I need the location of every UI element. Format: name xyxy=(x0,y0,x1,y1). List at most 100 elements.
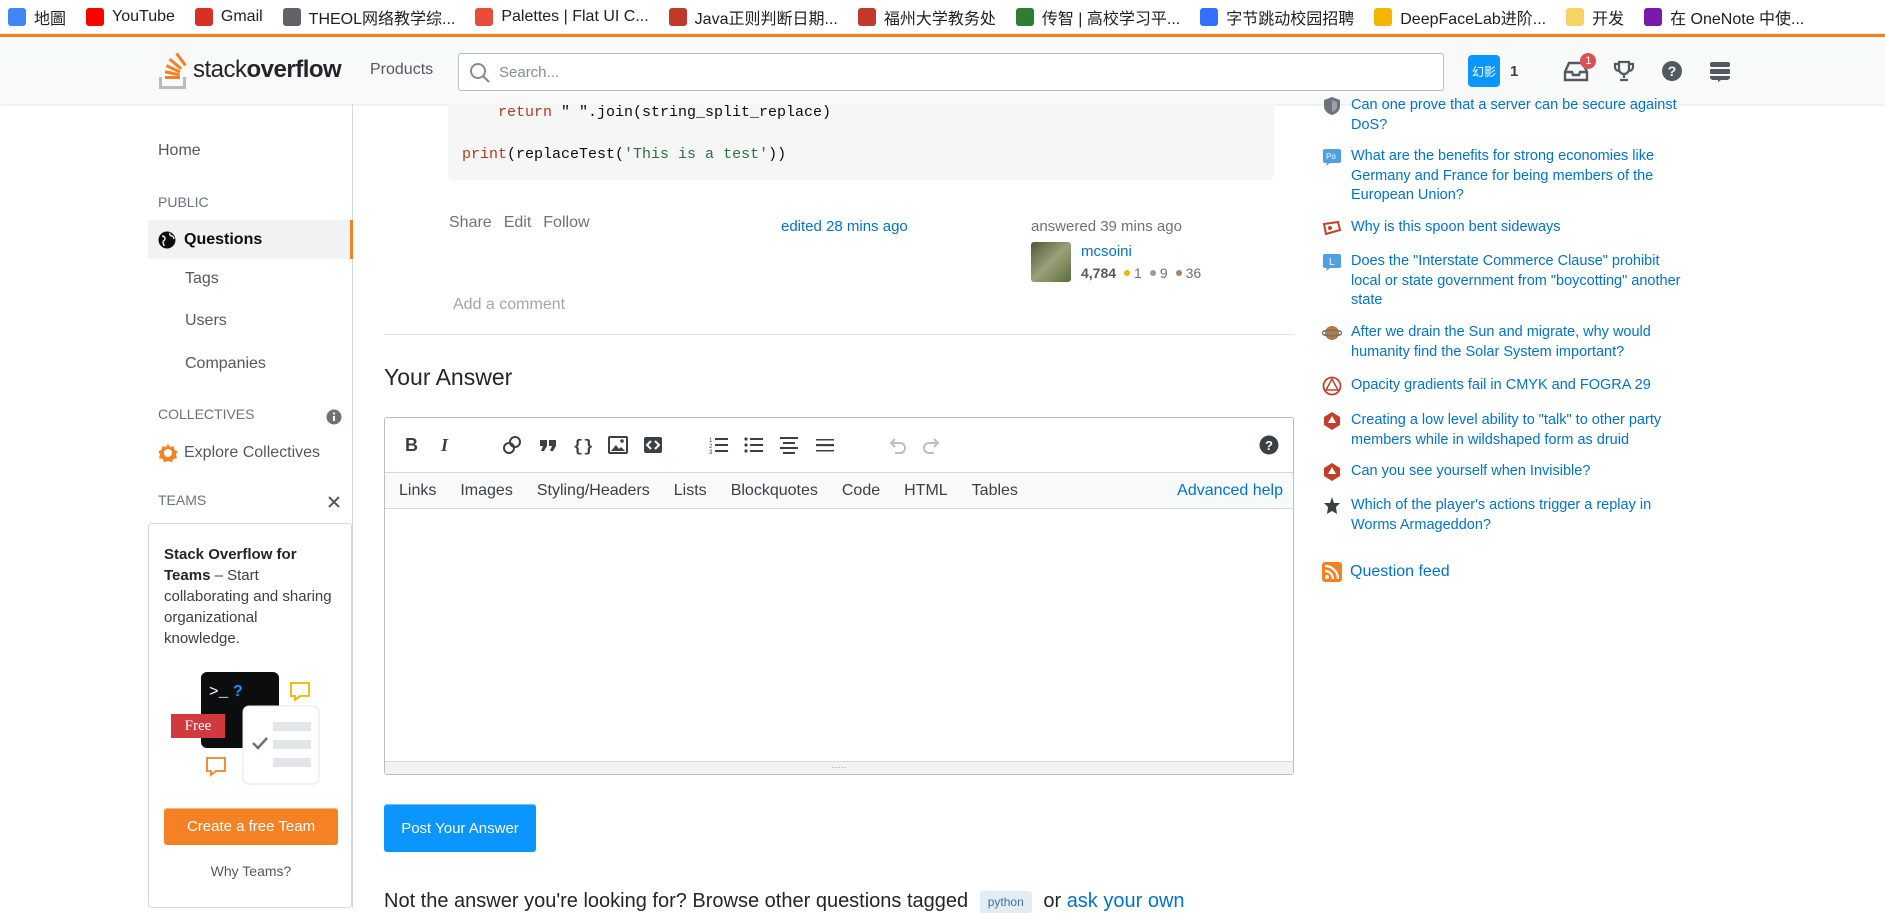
help-tab-lists[interactable]: Lists xyxy=(674,482,707,500)
bookmark-item[interactable]: Palettes | Flat UI C... xyxy=(475,7,649,26)
answered-time: answered 39 mins ago xyxy=(1031,218,1182,235)
numbered-list-button[interactable]: 123 xyxy=(707,435,731,455)
help-tab-images[interactable]: Images xyxy=(460,482,512,500)
code-line-1: return " ".join(string_split_replace) xyxy=(498,104,831,121)
svg-text:?: ? xyxy=(1668,63,1677,79)
search-input[interactable] xyxy=(499,54,1429,90)
bookmark-favicon-icon xyxy=(1644,7,1663,26)
bookmark-item[interactable]: 在 OneNote 中使... xyxy=(1644,5,1804,29)
bookmark-item[interactable]: 地圖 xyxy=(8,5,66,29)
advanced-help-link[interactable]: Advanced help xyxy=(1177,482,1283,500)
hot-question-item[interactable]: Can you see yourself when Invisible? xyxy=(1322,462,1681,482)
rss-icon xyxy=(1322,562,1342,582)
stackoverflow-logo[interactable]: stack overflow xyxy=(157,50,342,90)
products-menu[interactable]: Products xyxy=(370,61,433,79)
nav-users[interactable]: Users xyxy=(185,312,227,330)
nav-tags[interactable]: Tags xyxy=(185,270,219,288)
help-tab-html[interactable]: HTML xyxy=(904,482,948,500)
user-avatar[interactable]: 幻影 xyxy=(1468,55,1500,87)
create-team-button[interactable]: Create a free Team xyxy=(164,808,338,845)
help-tab-blockquotes[interactable]: Blockquotes xyxy=(731,482,818,500)
help-tab-code[interactable]: Code xyxy=(842,482,880,500)
bold-button[interactable]: B xyxy=(399,435,423,455)
tag-python[interactable]: python xyxy=(979,890,1032,913)
worldbuilding-site-icon xyxy=(1322,326,1342,340)
stack-exchange-icon xyxy=(1710,62,1731,82)
code-button[interactable]: {} xyxy=(571,435,595,455)
bookmark-item[interactable]: 传智 | 高校学习平... xyxy=(1015,5,1180,29)
snippet-button[interactable] xyxy=(641,435,665,455)
bookmark-item[interactable]: 福州大学教务处 xyxy=(857,5,996,29)
hot-question-item[interactable]: Can one prove that a server can be secur… xyxy=(1322,96,1681,135)
help-button[interactable]: ? xyxy=(1648,55,1696,87)
code-keyword: return xyxy=(498,104,553,121)
image-button[interactable] xyxy=(606,435,630,455)
link-icon xyxy=(503,436,521,454)
hot-question-item[interactable]: Opacity gradients fail in CMYK and FOGRA… xyxy=(1322,376,1681,396)
search-bar[interactable] xyxy=(458,53,1444,91)
help-tab-tables[interactable]: Tables xyxy=(972,482,1018,500)
heading-button[interactable] xyxy=(777,435,801,455)
nav-explore-collectives[interactable]: Explore Collectives xyxy=(158,443,320,463)
bookmark-item[interactable]: Java正则判断日期... xyxy=(668,5,838,29)
nav-home[interactable]: Home xyxy=(158,142,201,160)
hot-question-item[interactable]: Which of the player's actions trigger a … xyxy=(1322,496,1681,535)
share-link[interactable]: Share xyxy=(449,214,492,232)
code-string: 'This is a test' xyxy=(624,146,769,163)
bookmark-item[interactable]: THEOL网络教学综... xyxy=(282,5,455,29)
answer-user-name[interactable]: mcsoini xyxy=(1081,243,1132,260)
gaming-site-icon xyxy=(1324,497,1340,514)
help-icon: ? xyxy=(1662,61,1683,81)
bookmark-item[interactable]: 开发 xyxy=(1566,5,1624,29)
achievements-button[interactable] xyxy=(1600,55,1648,87)
italic-icon: I xyxy=(440,436,449,454)
help-icon: ? xyxy=(1259,435,1279,455)
site-header: stackoverflow Products 幻影 1 1 ? xyxy=(0,37,1885,104)
hot-question-item[interactable]: L Does the "Interstate Commerce Clause" … xyxy=(1322,252,1681,311)
answer-user-avatar[interactable] xyxy=(1031,242,1071,282)
question-feed-link[interactable]: Question feed xyxy=(1322,562,1450,582)
italic-button[interactable]: I xyxy=(435,435,459,455)
bulleted-list-button[interactable] xyxy=(742,435,766,455)
bookmark-favicon-icon xyxy=(668,7,687,26)
resize-grip[interactable]: ····· xyxy=(385,761,1293,774)
post-answer-button[interactable]: Post Your Answer xyxy=(384,804,536,852)
site-switcher-button[interactable] xyxy=(1696,55,1744,87)
your-answer-heading: Your Answer xyxy=(384,364,513,390)
help-tab-styling[interactable]: Styling/Headers xyxy=(537,482,650,500)
nav-companies[interactable]: Companies xyxy=(185,355,266,373)
inbox-button[interactable]: 1 xyxy=(1552,53,1600,87)
hot-question-item[interactable]: Po What are the benefits for strong econ… xyxy=(1322,147,1681,206)
editor-help-button[interactable]: ? xyxy=(1257,435,1281,455)
bookmark-item[interactable]: DeepFaceLab进阶... xyxy=(1374,5,1546,29)
horizontal-rule-button[interactable] xyxy=(813,435,837,455)
why-teams-link[interactable]: Why Teams? xyxy=(149,863,353,879)
bookmark-favicon-icon xyxy=(857,7,876,26)
undo-button[interactable] xyxy=(885,435,909,455)
hot-question-item[interactable]: Creating a low level ability to "talk" t… xyxy=(1322,411,1681,450)
redo-icon xyxy=(923,438,940,454)
nav-questions[interactable]: Questions xyxy=(148,220,353,259)
bookmark-item[interactable]: Gmail xyxy=(194,7,263,26)
add-comment-link[interactable]: Add a comment xyxy=(453,296,565,314)
snippet-icon xyxy=(644,437,662,453)
redo-button[interactable] xyxy=(920,435,944,455)
edit-link[interactable]: Edit xyxy=(504,214,532,232)
bookmark-item[interactable]: YouTube xyxy=(86,7,175,26)
hot-question-item[interactable]: Why is this spoon bent sideways xyxy=(1322,218,1681,238)
bookmark-label: 在 OneNote 中使... xyxy=(1670,10,1805,28)
answer-textarea[interactable] xyxy=(385,510,1293,762)
close-icon[interactable] xyxy=(327,495,341,509)
ask-question-link[interactable]: ask your own xyxy=(1067,890,1185,912)
hot-question-item[interactable]: After we drain the Sun and migrate, why … xyxy=(1322,323,1681,362)
bookmark-item[interactable]: 字节跳动校园招聘 xyxy=(1200,5,1354,29)
help-tab-links[interactable]: Links xyxy=(399,482,436,500)
blockquote-button[interactable] xyxy=(536,435,560,455)
bookmark-favicon-icon xyxy=(86,7,105,26)
info-icon[interactable] xyxy=(326,409,342,425)
edited-link[interactable]: edited 28 mins ago xyxy=(781,218,908,235)
bookmark-favicon-icon xyxy=(1015,7,1034,26)
link-button[interactable] xyxy=(500,435,524,455)
follow-link[interactable]: Follow xyxy=(543,214,589,232)
post-menu: Share Edit Follow xyxy=(449,214,602,232)
